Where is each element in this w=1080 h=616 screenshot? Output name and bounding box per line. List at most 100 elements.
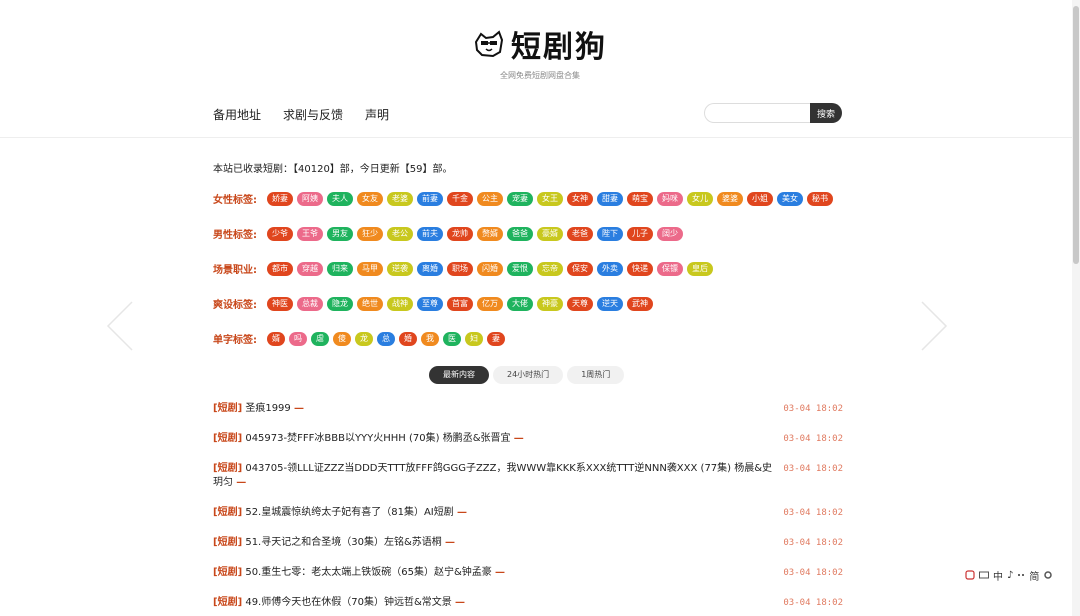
- tab-latest[interactable]: 最新内容: [429, 366, 489, 384]
- tag-chip[interactable]: 快递: [627, 261, 653, 276]
- item-title[interactable]: 043705-领LLL证ZZZ当DDD天TTT放FFF鸽GGG子ZZZ，我WWW…: [213, 463, 772, 488]
- tag-chip[interactable]: 保镖: [657, 261, 683, 276]
- tag-chip[interactable]: 绝世: [357, 296, 383, 311]
- tag-chip[interactable]: 闪婚: [477, 261, 503, 276]
- tag-chip[interactable]: 妇: [465, 331, 483, 346]
- item-title[interactable]: 51.寻天记之和合圣境（30集）左铭&苏语桐: [245, 537, 441, 548]
- tag-chip[interactable]: 千金: [447, 191, 473, 206]
- list-item[interactable]: [短剧] 043705-领LLL证ZZZ当DDD天TTT放FFF鸽GGG子ZZZ…: [213, 462, 843, 506]
- tag-chip[interactable]: 女儿: [687, 191, 713, 206]
- tag-chip[interactable]: 阔少: [657, 226, 683, 241]
- list-item[interactable]: [短剧] 045973-焚FFF冰BBB以YYY火HHH (70集) 杨鹏丞&张…: [213, 432, 843, 462]
- tag-chip[interactable]: 女神: [567, 191, 593, 206]
- tag-chip[interactable]: 外卖: [597, 261, 623, 276]
- tag-chip[interactable]: 前夫: [417, 226, 443, 241]
- search-input[interactable]: [704, 103, 810, 123]
- item-title[interactable]: 52.皇城震惊纨绔太子妃有喜了（81集）AI短剧: [245, 507, 453, 518]
- tag-chip[interactable]: 吗: [289, 331, 307, 346]
- item-title[interactable]: 50.重生七零：老太太端上铁饭碗（65集）赵宁&钟孟豪: [245, 567, 491, 578]
- tag-chip[interactable]: 婿: [267, 331, 285, 346]
- tag-chip[interactable]: 娇妻: [267, 191, 293, 206]
- ime-simplified-mode[interactable]: 简: [1029, 568, 1039, 583]
- tag-chip[interactable]: 萌宝: [627, 191, 653, 206]
- tag-chip[interactable]: 爱恨: [507, 261, 533, 276]
- tag-chip[interactable]: 少爷: [267, 226, 293, 241]
- tag-chip[interactable]: 职场: [447, 261, 473, 276]
- list-item[interactable]: [短剧] 50.重生七零：老太太端上铁饭碗（65集）赵宁&钟孟豪 — 03-04…: [213, 566, 843, 596]
- nav-link-feedback[interactable]: 求剧与反馈: [283, 106, 343, 123]
- tag-chip[interactable]: 战神: [387, 296, 413, 311]
- ime-punct-icon[interactable]: [1017, 571, 1025, 579]
- tag-chip[interactable]: 狂少: [357, 226, 383, 241]
- tag-chip[interactable]: 离婚: [417, 261, 443, 276]
- tag-chip[interactable]: 赘婿: [477, 226, 503, 241]
- tag-chip[interactable]: 虐: [311, 331, 329, 346]
- tag-chip[interactable]: 保安: [567, 261, 593, 276]
- tag-chip[interactable]: 老公: [387, 226, 413, 241]
- tag-chip[interactable]: 首富: [447, 296, 473, 311]
- ime-moon-icon[interactable]: ♪: [1007, 570, 1013, 581]
- tag-chip[interactable]: 总: [377, 331, 395, 346]
- tag-chip[interactable]: 穿越: [297, 261, 323, 276]
- ime-chinese-mode[interactable]: 中: [993, 568, 1003, 583]
- tag-chip[interactable]: 老爸: [567, 226, 593, 241]
- ime-settings-icon[interactable]: [1043, 570, 1053, 580]
- item-title[interactable]: 圣痕1999: [245, 403, 290, 414]
- tag-chip[interactable]: 爸爸: [507, 226, 533, 241]
- page-scrollbar[interactable]: [1072, 0, 1080, 616]
- tag-chip[interactable]: 归来: [327, 261, 353, 276]
- tag-chip[interactable]: 夫人: [327, 191, 353, 206]
- tag-chip[interactable]: 妻: [487, 331, 505, 346]
- tag-chip[interactable]: 都市: [267, 261, 293, 276]
- tag-chip[interactable]: 老婆: [387, 191, 413, 206]
- tag-chip[interactable]: 前妻: [417, 191, 443, 206]
- tag-chip[interactable]: 王爷: [297, 226, 323, 241]
- tag-chip[interactable]: 皇后: [687, 261, 713, 276]
- tab-week-hot[interactable]: 1周热门: [567, 366, 625, 384]
- list-item[interactable]: [短剧] 49.师傅今天也在休假（70集）钟远哲&常文景 — 03-04 18:…: [213, 596, 843, 616]
- tag-chip[interactable]: 秘书: [807, 191, 833, 206]
- tag-chip[interactable]: 至尊: [417, 296, 443, 311]
- tag-chip[interactable]: 阿姨: [297, 191, 323, 206]
- tag-chip[interactable]: 陛下: [597, 226, 623, 241]
- tag-chip[interactable]: 傻: [333, 331, 351, 346]
- tag-chip[interactable]: 男友: [327, 226, 353, 241]
- tag-chip[interactable]: 儿子: [627, 226, 653, 241]
- tag-chip[interactable]: 我: [421, 331, 439, 346]
- scrollbar-thumb[interactable]: [1073, 6, 1079, 264]
- nav-link-backup[interactable]: 备用地址: [213, 106, 261, 123]
- tag-chip[interactable]: 妈咪: [657, 191, 683, 206]
- tag-chip[interactable]: 天尊: [567, 296, 593, 311]
- carousel-next-icon[interactable]: [920, 300, 948, 352]
- tag-chip[interactable]: 忘帝: [537, 261, 563, 276]
- tab-24h-hot[interactable]: 24小时热门: [493, 366, 564, 384]
- nav-link-statement[interactable]: 声明: [365, 106, 389, 123]
- tag-chip[interactable]: 女王: [537, 191, 563, 206]
- tag-chip[interactable]: 马甲: [357, 261, 383, 276]
- tag-chip[interactable]: 亿万: [477, 296, 503, 311]
- tag-chip[interactable]: 龙帅: [447, 226, 473, 241]
- ime-logo-icon[interactable]: [965, 570, 975, 580]
- list-item[interactable]: [短剧] 51.寻天记之和合圣境（30集）左铭&苏语桐 — 03-04 18:0…: [213, 536, 843, 566]
- tag-chip[interactable]: 婆婆: [717, 191, 743, 206]
- tag-chip[interactable]: 龙: [355, 331, 373, 346]
- tag-chip[interactable]: 美女: [777, 191, 803, 206]
- list-item[interactable]: [短剧] 52.皇城震惊纨绔太子妃有喜了（81集）AI短剧 — 03-04 18…: [213, 506, 843, 536]
- site-logo[interactable]: 短剧狗: [473, 22, 607, 66]
- tag-chip[interactable]: 隐龙: [327, 296, 353, 311]
- ime-keyboard-icon[interactable]: [979, 570, 989, 580]
- tag-chip[interactable]: 豪婿: [537, 226, 563, 241]
- tag-chip[interactable]: 小姐: [747, 191, 773, 206]
- list-item[interactable]: [短剧] 圣痕1999 — 03-04 18:02: [213, 402, 843, 432]
- tag-chip[interactable]: 总裁: [297, 296, 323, 311]
- tag-chip[interactable]: 神医: [267, 296, 293, 311]
- tag-chip[interactable]: 武神: [627, 296, 653, 311]
- search-button[interactable]: 搜索: [810, 103, 842, 123]
- tag-chip[interactable]: 公主: [477, 191, 503, 206]
- carousel-prev-icon[interactable]: [106, 300, 134, 352]
- item-title[interactable]: 49.师傅今天也在休假（70集）钟远哲&常文景: [245, 597, 451, 608]
- tag-chip[interactable]: 宠妻: [507, 191, 533, 206]
- tag-chip[interactable]: 医: [443, 331, 461, 346]
- tag-chip[interactable]: 逆袭: [387, 261, 413, 276]
- tag-chip[interactable]: 大佬: [507, 296, 533, 311]
